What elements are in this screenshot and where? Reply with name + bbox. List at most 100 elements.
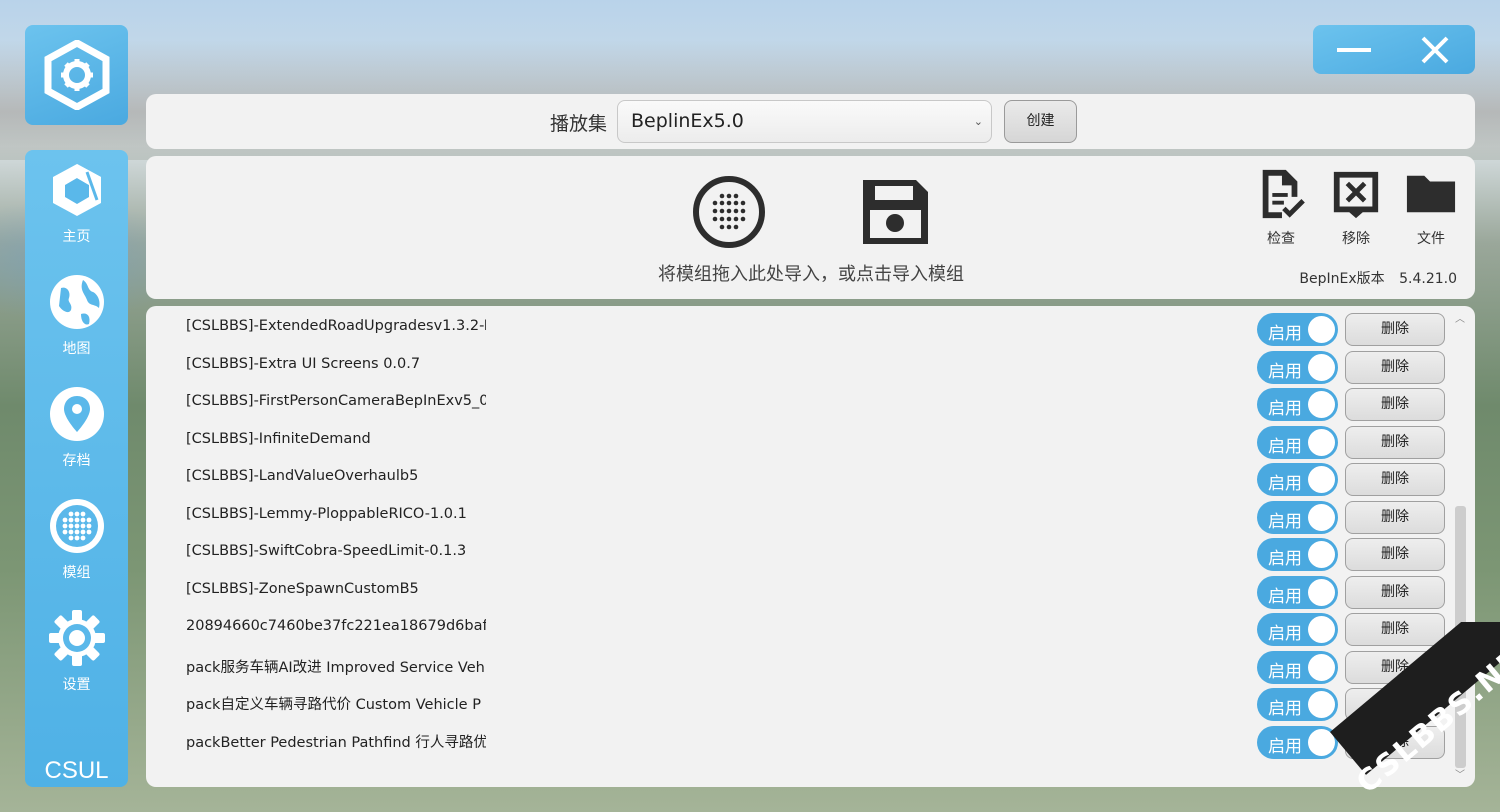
mod-name: [CSLBBS]-InfiniteDemand bbox=[186, 430, 371, 447]
app-logo[interactable] bbox=[25, 25, 128, 125]
check-button[interactable]: 检查 bbox=[1251, 168, 1311, 248]
mod-name: [CSLBBS]-SwiftCobra-SpeedLimit-0.1.3 bbox=[186, 543, 467, 559]
mod-row: [CSLBBS]-SwiftCobra-SpeedLimit-0.1.3 启用 删除 bbox=[146, 533, 1446, 571]
enable-toggle[interactable]: 启用 bbox=[1257, 538, 1338, 571]
sidebar-item-mods[interactable]: 模组 bbox=[25, 486, 128, 586]
enable-toggle[interactable]: 启用 bbox=[1257, 500, 1338, 534]
mod-name: packBetter Pedestrian Pathfind 行人寻路优 bbox=[186, 734, 486, 751]
toggle-label: 启用 bbox=[1268, 361, 1302, 382]
import-hint: 将模组拖入此处导入，或点击导入模组 bbox=[658, 264, 964, 285]
close-button[interactable] bbox=[1394, 25, 1475, 74]
mod-name: [CSLBBS]-ExtendedRoadUpgradesv1.3.2-B bbox=[186, 318, 486, 334]
sidebar-item-saves[interactable]: 存档 bbox=[25, 374, 128, 474]
mod-row: pack自定义车辆寻路代价 Custom Vehicle P启用删除 bbox=[146, 683, 1446, 721]
toggle-knob bbox=[1308, 541, 1335, 568]
sidebar-item-settings[interactable]: 设置 bbox=[25, 598, 128, 698]
tool-label: 检查 bbox=[1267, 231, 1295, 247]
toggle-label: 启用 bbox=[1268, 474, 1302, 494]
window-controls bbox=[1313, 25, 1475, 74]
toggle-knob bbox=[1308, 578, 1335, 606]
mod-row: [CSLBBS]-ZoneSpawnCustomB5 启用 删除 bbox=[146, 571, 1446, 609]
sidebar-item-maps[interactable]: 地图 bbox=[25, 262, 128, 362]
minimize-icon bbox=[1336, 47, 1371, 52]
gear-icon bbox=[48, 610, 105, 666]
minimize-button[interactable] bbox=[1313, 25, 1394, 74]
sidebar-item-label: 地图 bbox=[62, 341, 91, 357]
cube-gear-icon bbox=[44, 40, 109, 110]
playset-label: 播放集 bbox=[550, 113, 608, 135]
toggle-label: 启用 bbox=[1268, 324, 1302, 344]
remove-box-icon bbox=[1333, 171, 1379, 219]
mod-name: [CSLBBS]-LandValueOverhaulb5 bbox=[186, 468, 419, 484]
delete-button[interactable]: 删除 bbox=[1345, 388, 1445, 421]
sidebar: 主页 地图 存档 模组 设置 CSUL bbox=[25, 150, 128, 787]
mod-row: [CSLBBS]-Extra UI Screens 0.0.7 启用 删除 bbox=[146, 346, 1446, 384]
sidebar-item-label: 模组 bbox=[62, 565, 91, 581]
delete-button[interactable]: 删除 bbox=[1345, 538, 1445, 571]
location-pin-icon bbox=[49, 387, 104, 441]
mod-name: pack服务车辆AI改进 Improved Service Veh bbox=[186, 659, 485, 676]
mod-name: 20894660c7460be37fc221ea18679d6baf9 bbox=[186, 618, 486, 634]
mod-row: packBetter Pedestrian Pathfind 行人寻路优启用删除 bbox=[146, 721, 1446, 759]
create-button[interactable]: 创建 bbox=[1004, 100, 1077, 143]
mod-row: [CSLBBS]-InfiniteDemand 启用 删除 bbox=[146, 421, 1446, 459]
enable-toggle[interactable]: 启用 bbox=[1257, 388, 1338, 421]
sidebar-item-label: 主页 bbox=[62, 229, 91, 245]
enable-toggle[interactable]: 启用 bbox=[1257, 463, 1338, 496]
toggle-label: 启用 bbox=[1268, 511, 1302, 532]
toggle-knob bbox=[1308, 466, 1335, 493]
delete-button[interactable]: 删除 bbox=[1345, 313, 1445, 346]
toggle-knob bbox=[1308, 353, 1335, 381]
mod-name: pack自定义车辆寻路代价 Custom Vehicle P bbox=[186, 697, 481, 713]
chevron-down-icon: ⌄ bbox=[973, 115, 983, 128]
mod-name: [CSLBBS]-FirstPersonCameraBepInExv5_0.( bbox=[186, 393, 486, 409]
enable-toggle[interactable]: 启用 bbox=[1257, 350, 1338, 384]
delete-button[interactable]: 删除 bbox=[1345, 425, 1445, 459]
delete-button[interactable]: 删除 bbox=[1345, 350, 1445, 384]
version-label: BepInEx版本 bbox=[1299, 271, 1385, 287]
mod-row: [CSLBBS]-FirstPersonCameraBepInExv5_0.( 启… bbox=[146, 383, 1446, 421]
mod-import-icon[interactable] bbox=[690, 176, 768, 248]
mod-row: pack服务车辆AI改进 Improved Service Veh 启用 删除 bbox=[146, 646, 1446, 684]
app-name: CSUL bbox=[44, 757, 109, 784]
toggle-label: 启用 bbox=[1268, 549, 1302, 569]
file-check-icon bbox=[1262, 169, 1305, 219]
remove-button[interactable]: 移除 bbox=[1326, 168, 1386, 248]
sidebar-item-label: 设置 bbox=[62, 677, 91, 693]
import-drop-zone[interactable]: 将模组拖入此处导入，或点击导入模组 检查 移除 文件 BepInEx版本 5.4… bbox=[146, 156, 1475, 299]
version-value: 5.4.21.0 bbox=[1399, 271, 1457, 287]
mod-list: [CSLBBS]-ExtendedRoadUpgradesv1.3.2-B 启用删… bbox=[146, 306, 1475, 787]
folder-icon bbox=[1406, 175, 1456, 213]
folder-button[interactable]: 文件 bbox=[1401, 168, 1461, 248]
hexagon-home-icon bbox=[52, 164, 101, 216]
save-icon[interactable] bbox=[856, 176, 934, 248]
watermark: CSLBBS.NET bbox=[1290, 622, 1500, 812]
scroll-up-icon[interactable]: ︿ bbox=[1454, 314, 1466, 326]
dots-grid-icon bbox=[49, 499, 104, 553]
mod-name: [CSLBBS]-ZoneSpawnCustomB5 bbox=[186, 580, 419, 597]
toggle-label: 启用 bbox=[1268, 436, 1302, 457]
mod-row: [CSLBBS]-ExtendedRoadUpgradesv1.3.2-B 启用 删… bbox=[146, 308, 1446, 346]
sidebar-item-home[interactable]: 主页 bbox=[25, 150, 128, 250]
tool-label: 文件 bbox=[1417, 231, 1445, 247]
enable-toggle[interactable]: 启用 bbox=[1257, 425, 1338, 459]
mod-name: [CSLBBS]-Lemmy-PloppableRICO-1.0.1 bbox=[186, 505, 467, 522]
delete-button[interactable]: 删除 bbox=[1345, 575, 1445, 609]
mod-row: [CSLBBS]-Lemmy-PloppableRICO-1.0.1 启用 删除 bbox=[146, 496, 1446, 534]
delete-button[interactable]: 删除 bbox=[1345, 463, 1445, 496]
bepinex-version: BepInEx版本 5.4.21.0 bbox=[1299, 268, 1457, 288]
globe-icon bbox=[49, 275, 104, 329]
toggle-knob bbox=[1308, 428, 1335, 456]
toggle-knob bbox=[1308, 503, 1335, 531]
toggle-label: 启用 bbox=[1268, 399, 1302, 419]
delete-button[interactable]: 删除 bbox=[1345, 500, 1445, 534]
playset-select[interactable]: BeplinEx5.0 ⌄ bbox=[617, 100, 992, 143]
sidebar-item-label: 存档 bbox=[62, 453, 91, 469]
playset-bar: 播放集 BeplinEx5.0 ⌄ 创建 bbox=[146, 94, 1475, 149]
mod-row: 20894660c7460be37fc221ea18679d6baf9 启用 删除 bbox=[146, 608, 1446, 646]
toggle-label: 启用 bbox=[1268, 586, 1302, 607]
enable-toggle[interactable]: 启用 bbox=[1257, 575, 1338, 609]
toggle-knob bbox=[1308, 316, 1335, 343]
enable-toggle[interactable]: 启用 bbox=[1257, 313, 1338, 346]
toggle-knob bbox=[1308, 391, 1335, 418]
